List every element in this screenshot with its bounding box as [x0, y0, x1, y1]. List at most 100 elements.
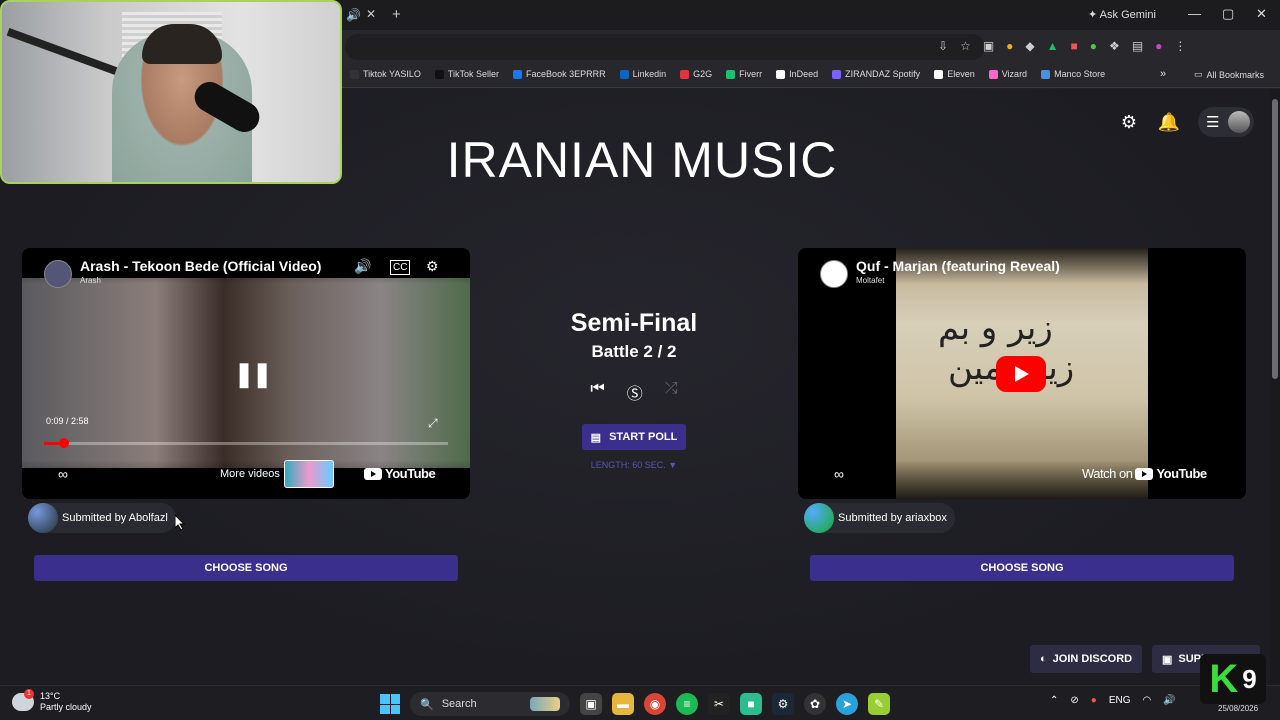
- telegram-icon[interactable]: ➤: [836, 693, 858, 715]
- address-bar[interactable]: [345, 34, 985, 60]
- channel-name[interactable]: Arash: [80, 276, 101, 285]
- weather-widget[interactable]: 1 13°C Partly cloudy: [12, 689, 92, 713]
- bookmark-label: FaceBook 3EPRRR: [526, 69, 606, 79]
- new-tab-icon[interactable]: +: [392, 6, 401, 23]
- captions-icon[interactable]: CC: [390, 260, 411, 275]
- app-icon[interactable]: ■: [740, 693, 762, 715]
- language-indicator[interactable]: ENG: [1109, 695, 1131, 706]
- fullscreen-icon[interactable]: ⤢: [428, 416, 438, 431]
- extension-icon[interactable]: ■: [1071, 39, 1078, 53]
- extension-icon[interactable]: ●: [1090, 39, 1097, 53]
- shuffle-icon[interactable]: ⤮: [665, 380, 678, 404]
- submitter-left: Submitted by Abolfazl: [28, 503, 176, 533]
- chevron-up-icon[interactable]: ⌃: [1050, 695, 1058, 706]
- maximize-icon[interactable]: ▢: [1222, 6, 1234, 22]
- page-scrollbar[interactable]: [1270, 89, 1280, 685]
- bookmark-item[interactable]: InDeed: [776, 69, 818, 79]
- channel-name[interactable]: Moltafet: [856, 276, 884, 285]
- file-explorer-icon[interactable]: ▬: [612, 693, 634, 715]
- bookmark-item[interactable]: Vizard: [988, 69, 1027, 79]
- join-discord-button[interactable]: ◐ JOIN DISCORD: [1030, 645, 1143, 673]
- bookmark-label: Fiverr: [739, 69, 763, 79]
- close-tab-icon[interactable]: ✕: [366, 7, 376, 21]
- settings-gear-icon[interactable]: ⚙: [426, 258, 439, 275]
- chrome-icon[interactable]: ◉: [644, 693, 666, 715]
- wifi-icon[interactable]: ◠: [1143, 695, 1152, 706]
- bookmark-list: Tiktok YASILO TikTok Seller FaceBook 3EPRR…: [350, 69, 1105, 79]
- pause-icon[interactable]: ❚❚: [234, 360, 272, 389]
- kebab-menu-icon[interactable]: ⋮: [1174, 39, 1186, 53]
- bookmark-item[interactable]: FaceBook 3EPRRR: [513, 69, 606, 79]
- profile-icon[interactable]: ●: [1155, 39, 1162, 53]
- play-button[interactable]: [996, 356, 1046, 392]
- active-tab[interactable]: 🔊 ✕: [340, 4, 384, 26]
- poll-length-dropdown[interactable]: LENGTH: 60 SEC. ▼: [534, 460, 734, 470]
- star-icon[interactable]: ☆: [960, 39, 971, 53]
- youtube-logo[interactable]: YouTube: [364, 466, 436, 481]
- webcam-overlay: [0, 0, 342, 184]
- coin-icon[interactable]: Ⓢ: [627, 380, 643, 404]
- watch-on-youtube[interactable]: Watch on YouTube: [1082, 466, 1207, 481]
- gear-icon[interactable]: ⚙: [1118, 111, 1140, 133]
- bookmark-item[interactable]: ZIRANDAZ Spotify: [832, 69, 920, 79]
- puzzle-icon[interactable]: ❖: [1109, 39, 1120, 53]
- all-bookmarks[interactable]: ▭ All Bookmarks: [1194, 69, 1264, 80]
- extension-icon[interactable]: ◆: [1025, 39, 1034, 53]
- minimize-icon[interactable]: —: [1188, 6, 1201, 21]
- extension-icon[interactable]: ▲: [1047, 39, 1059, 53]
- volume-icon[interactable]: 🔊: [354, 258, 371, 275]
- bookmark-item[interactable]: TikTok Seller: [434, 69, 499, 79]
- scroll-thumb[interactable]: [1272, 99, 1278, 379]
- video-title[interactable]: Quf - Marjan (featuring Reveal): [856, 258, 1060, 274]
- sidebar-icon[interactable]: ▤: [1132, 39, 1143, 53]
- previous-icon[interactable]: ⏮: [590, 380, 604, 404]
- link-icon[interactable]: ∞: [834, 466, 844, 482]
- right-video-player[interactable]: زیر و بم زیر زمین Quf - Marjan (featurin…: [798, 248, 1246, 499]
- start-poll-button[interactable]: ▤ START POLL: [582, 424, 686, 450]
- submitted-by: Submitted by ariaxbox: [838, 512, 947, 524]
- bookmark-item[interactable]: Eleven: [934, 69, 975, 79]
- bookmark-favicon-icon: [832, 69, 842, 79]
- more-videos-thumbnail[interactable]: [284, 460, 334, 488]
- bookmark-item[interactable]: Tiktok YASILO: [350, 69, 421, 79]
- spotify-icon[interactable]: ≡: [676, 693, 698, 715]
- microphone-icon[interactable]: ●: [1091, 695, 1097, 706]
- notes-icon[interactable]: ✎: [868, 693, 890, 715]
- speaker-icon[interactable]: 🔊: [346, 8, 361, 22]
- choose-song-button-left[interactable]: CHOOSE SONG: [34, 555, 458, 581]
- steam-icon[interactable]: ⚙: [772, 693, 794, 715]
- volume-icon[interactable]: 🔊: [1163, 695, 1175, 706]
- video-title[interactable]: Arash - Tekoon Bede (Official Video): [80, 258, 321, 274]
- more-videos-label[interactable]: More videos: [220, 468, 280, 480]
- network-off-icon[interactable]: ⊘: [1070, 695, 1078, 706]
- youtube-icon: [364, 467, 382, 480]
- chatgpt-icon[interactable]: ✿: [804, 693, 826, 715]
- choose-song-button-right[interactable]: CHOOSE SONG: [810, 555, 1234, 581]
- bell-icon[interactable]: 🔔: [1158, 111, 1180, 133]
- bookmark-item[interactable]: Manco Store: [1041, 69, 1105, 79]
- ask-gemini-button[interactable]: ✦ Ask Gemini: [1088, 8, 1156, 21]
- link-icon[interactable]: ∞: [58, 466, 68, 482]
- extension-icon[interactable]: ●: [1006, 39, 1013, 53]
- channel-avatar[interactable]: [44, 260, 72, 288]
- install-icon[interactable]: ⇩: [938, 39, 948, 53]
- windows-start-icon[interactable]: [380, 694, 400, 714]
- left-video-player[interactable]: Arash - Tekoon Bede (Official Video) Ara…: [22, 248, 470, 499]
- user-menu[interactable]: ☰: [1198, 107, 1254, 137]
- task-view-icon[interactable]: ▣: [580, 693, 602, 715]
- bookmarks-overflow-icon[interactable]: »: [1160, 68, 1166, 80]
- bookmark-label: G2G: [693, 69, 713, 79]
- extension-icon[interactable]: ▣: [983, 39, 994, 53]
- date-display: 25/08/2026: [1218, 704, 1259, 713]
- weather-condition: Partly cloudy: [40, 702, 92, 712]
- taskbar-search[interactable]: 🔍 Search: [410, 692, 570, 716]
- progress-bar[interactable]: [44, 438, 448, 448]
- close-window-icon[interactable]: ✕: [1256, 6, 1267, 22]
- bookmark-item[interactable]: G2G: [680, 69, 712, 79]
- hamburger-icon[interactable]: ☰: [1206, 113, 1219, 131]
- bookmark-item[interactable]: Linkedin: [619, 69, 666, 79]
- bookmark-item[interactable]: Fiverr: [726, 69, 762, 79]
- channel-avatar[interactable]: [820, 260, 848, 288]
- capcut-icon[interactable]: ✂: [708, 693, 730, 715]
- avatar: [804, 503, 834, 533]
